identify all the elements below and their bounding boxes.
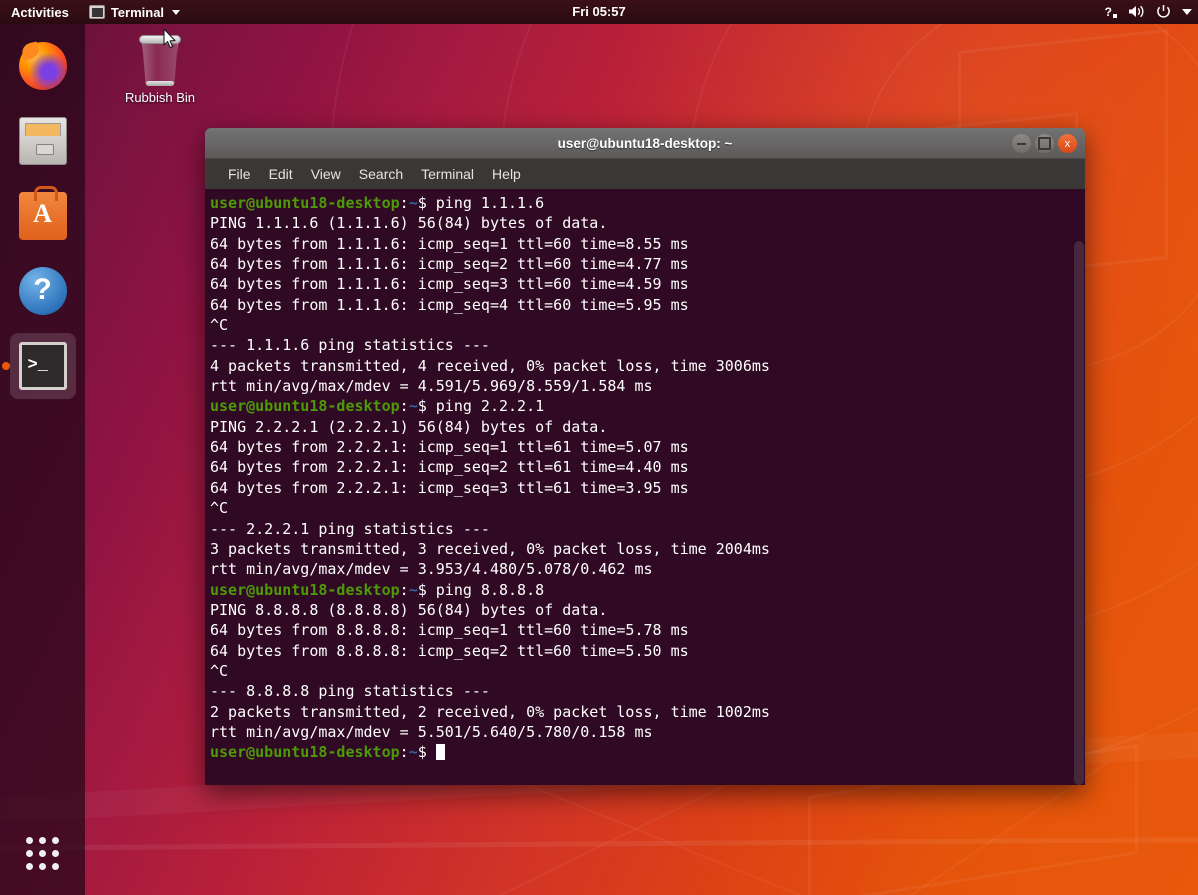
rubbish-bin-base (146, 81, 174, 86)
ping-reply-line: 64 bytes from 2.2.2.1: icmp_seq=3 ttl=61… (210, 478, 1085, 498)
terminal-command-line: user@ubuntu18-desktop:~$ ping 2.2.2.1 (210, 396, 1085, 416)
window-title: user@ubuntu18-desktop: ~ (558, 136, 733, 151)
terminal-output[interactable]: user@ubuntu18-desktop:~$ ping 1.1.1.6PIN… (205, 189, 1085, 763)
ping-reply-line: 64 bytes from 8.8.8.8: icmp_seq=1 ttl=60… (210, 620, 1085, 640)
terminal-command-line: user@ubuntu18-desktop:~$ ping 8.8.8.8 (210, 580, 1085, 600)
minimize-button[interactable] (1012, 134, 1031, 153)
app-grid-icon (26, 837, 59, 870)
ping-header-line: PING 8.8.8.8 (8.8.8.8) 56(84) bytes of d… (210, 600, 1085, 620)
dock-item-files[interactable] (10, 108, 76, 174)
terminal-scrollbar-thumb[interactable] (1074, 241, 1084, 785)
terminal-command-line: user@ubuntu18-desktop:~$ ping 1.1.1.6 (210, 193, 1085, 213)
terminal-body[interactable]: user@ubuntu18-desktop:~$ ping 1.1.1.6PIN… (205, 189, 1085, 785)
dock: ? >_ (0, 24, 85, 895)
terminal-scrollbar[interactable] (1073, 189, 1085, 785)
desktop-screen: Activities Terminal Fri 05:57 ? (0, 0, 1198, 895)
activities-label: Activities (11, 5, 69, 20)
menu-edit[interactable]: Edit (260, 164, 302, 184)
stats-rtt-line: rtt min/avg/max/mdev = 4.591/5.969/8.559… (210, 376, 1085, 396)
power-icon[interactable] (1156, 4, 1171, 21)
terminal-command: ping 2.2.2.1 (436, 397, 544, 415)
prompt-path: ~ (409, 581, 418, 599)
stats-rtt-line: rtt min/avg/max/mdev = 5.501/5.640/5.780… (210, 722, 1085, 742)
terminal-active-prompt[interactable]: user@ubuntu18-desktop:~$ (210, 742, 1085, 762)
volume-icon[interactable] (1128, 4, 1145, 21)
ping-reply-line: 64 bytes from 1.1.1.6: icmp_seq=2 ttl=60… (210, 254, 1085, 274)
prompt-dollar: $ (418, 743, 436, 761)
app-menu-label: Terminal (111, 5, 164, 20)
prompt-path: ~ (409, 397, 418, 415)
terminal-command: ping 1.1.1.6 (436, 194, 544, 212)
help-icon: ? (19, 267, 67, 315)
stats-packets-line: 3 packets transmitted, 3 received, 0% pa… (210, 539, 1085, 559)
dock-item-software[interactable] (10, 183, 76, 249)
interrupt-line: ^C (210, 661, 1085, 681)
volume-icon-svg (1128, 4, 1145, 19)
menu-help[interactable]: Help (483, 164, 530, 184)
ping-reply-line: 64 bytes from 2.2.2.1: icmp_seq=2 ttl=61… (210, 457, 1085, 477)
chevron-down-icon (172, 10, 180, 15)
menu-search[interactable]: Search (350, 164, 412, 184)
top-panel-left: Activities Terminal (0, 0, 188, 24)
prompt-dollar: $ (418, 194, 436, 212)
stats-header-line: --- 8.8.8.8 ping statistics --- (210, 681, 1085, 701)
chevron-down-icon[interactable] (1182, 9, 1192, 15)
firefox-icon (19, 42, 67, 90)
window-controls: x (1012, 128, 1077, 159)
ping-reply-line: 64 bytes from 8.8.8.8: icmp_seq=2 ttl=60… (210, 641, 1085, 661)
prompt-colon: : (400, 397, 409, 415)
activities-button[interactable]: Activities (0, 0, 81, 24)
stats-header-line: --- 1.1.1.6 ping statistics --- (210, 335, 1085, 355)
system-tray[interactable]: ? (1105, 0, 1192, 24)
ping-reply-line: 64 bytes from 1.1.1.6: icmp_seq=3 ttl=60… (210, 274, 1085, 294)
files-icon (19, 117, 67, 165)
maximize-button[interactable] (1035, 134, 1054, 153)
interrupt-line: ^C (210, 315, 1085, 335)
ping-header-line: PING 1.1.1.6 (1.1.1.6) 56(84) bytes of d… (210, 213, 1085, 233)
power-icon-svg (1156, 4, 1171, 19)
prompt-colon: : (400, 581, 409, 599)
terminal-icon: >_ (19, 342, 67, 390)
show-applications-button[interactable] (0, 825, 85, 881)
terminal-window[interactable]: user@ubuntu18-desktop: ~ x File Edit Vie… (205, 128, 1085, 785)
terminal-icon (89, 5, 105, 19)
ping-reply-line: 64 bytes from 2.2.2.1: icmp_seq=1 ttl=61… (210, 437, 1085, 457)
ping-header-line: PING 2.2.2.1 (2.2.2.1) 56(84) bytes of d… (210, 417, 1085, 437)
input-source-icon[interactable]: ? (1105, 6, 1117, 18)
app-menu-button[interactable]: Terminal (81, 0, 188, 24)
prompt-dollar: $ (418, 397, 436, 415)
close-button[interactable]: x (1058, 134, 1077, 153)
stats-packets-line: 2 packets transmitted, 2 received, 0% pa… (210, 702, 1085, 722)
prompt-userhost: user@ubuntu18-desktop (210, 194, 400, 212)
prompt-colon: : (400, 743, 409, 761)
prompt-colon: : (400, 194, 409, 212)
window-titlebar[interactable]: user@ubuntu18-desktop: ~ x (205, 128, 1085, 159)
prompt-userhost: user@ubuntu18-desktop (210, 743, 400, 761)
rubbish-bin-label: Rubbish Bin (125, 90, 195, 105)
menu-view[interactable]: View (302, 164, 350, 184)
terminal-command: ping 8.8.8.8 (436, 581, 544, 599)
ubuntu-software-icon (19, 192, 67, 240)
terminal-cursor (436, 744, 445, 760)
top-panel: Activities Terminal Fri 05:57 ? (0, 0, 1198, 24)
menu-terminal[interactable]: Terminal (412, 164, 483, 184)
dock-item-firefox[interactable] (10, 33, 76, 99)
prompt-userhost: user@ubuntu18-desktop (210, 581, 400, 599)
prompt-path: ~ (409, 743, 418, 761)
prompt-path: ~ (409, 194, 418, 212)
menu-file[interactable]: File (219, 164, 260, 184)
stats-header-line: --- 2.2.2.1 ping statistics --- (210, 519, 1085, 539)
menu-bar: File Edit View Search Terminal Help (205, 159, 1085, 189)
prompt-userhost: user@ubuntu18-desktop (210, 397, 400, 415)
stats-packets-line: 4 packets transmitted, 4 received, 0% pa… (210, 356, 1085, 376)
mouse-cursor (163, 28, 177, 50)
interrupt-line: ^C (210, 498, 1085, 518)
ping-reply-line: 64 bytes from 1.1.1.6: icmp_seq=4 ttl=60… (210, 295, 1085, 315)
stats-rtt-line: rtt min/avg/max/mdev = 3.953/4.480/5.078… (210, 559, 1085, 579)
desktop-icon-rubbish-bin[interactable]: Rubbish Bin (112, 32, 208, 105)
ping-reply-line: 64 bytes from 1.1.1.6: icmp_seq=1 ttl=60… (210, 234, 1085, 254)
dock-item-terminal[interactable]: >_ (10, 333, 76, 399)
prompt-dollar: $ (418, 581, 436, 599)
dock-item-help[interactable]: ? (10, 258, 76, 324)
